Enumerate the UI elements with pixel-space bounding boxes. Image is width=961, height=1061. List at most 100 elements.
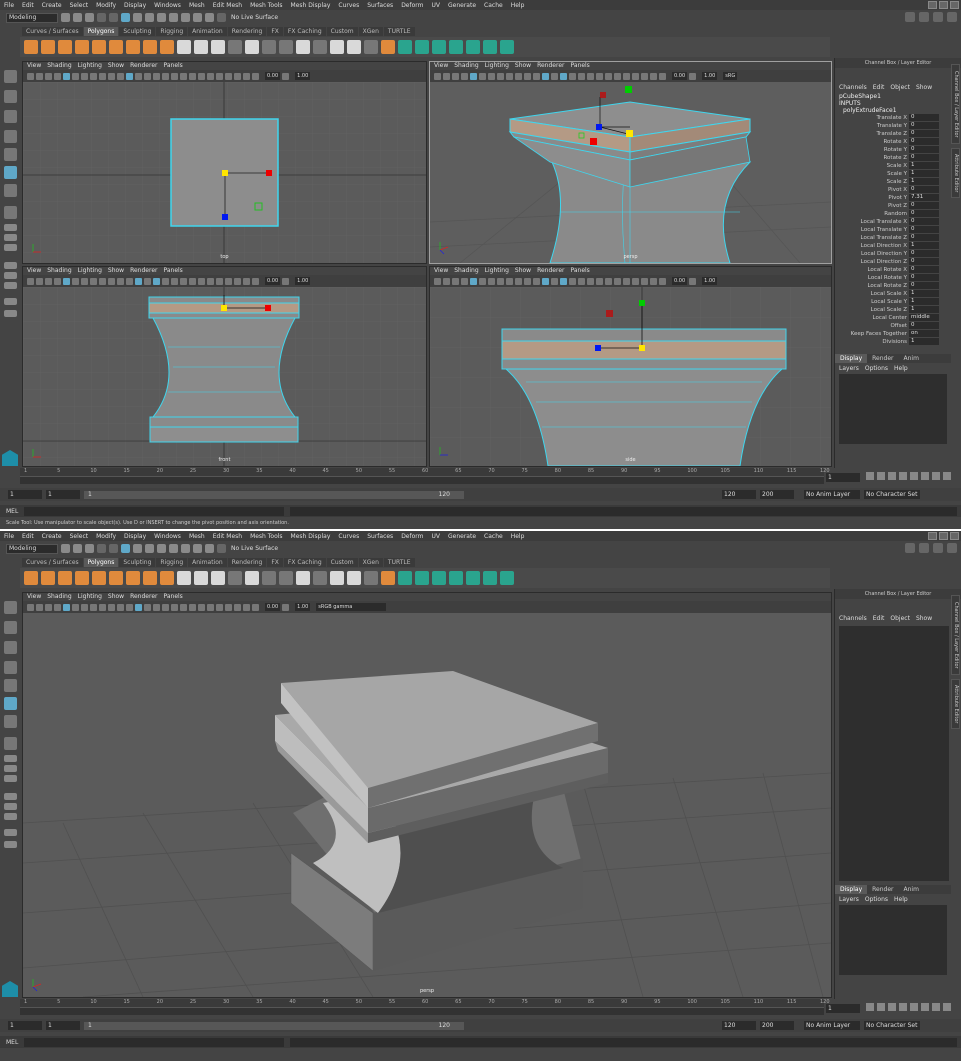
step-forward-icon[interactable]: [921, 1003, 929, 1011]
menu-modify[interactable]: Modify: [92, 533, 120, 540]
save-scene-icon[interactable]: [85, 544, 94, 553]
film-gate-icon[interactable]: [72, 72, 79, 80]
resolution-gate-icon[interactable]: [488, 72, 495, 80]
wireframe-on-shaded-icon[interactable]: [153, 277, 160, 285]
menu-select[interactable]: Select: [66, 533, 93, 540]
safe-action-icon[interactable]: [108, 277, 115, 285]
textured-icon[interactable]: [162, 603, 169, 611]
camera-attr-icon[interactable]: [36, 603, 43, 611]
anim-start-field[interactable]: 1: [46, 1021, 80, 1030]
side-tab-channel-box[interactable]: Channel Box / Layer Editor: [951, 595, 960, 675]
mirror-icon[interactable]: [245, 571, 259, 585]
xray-active-icon[interactable]: [207, 603, 214, 611]
step-forward-key-icon[interactable]: [932, 1003, 940, 1011]
channel-attr-value[interactable]: 0: [909, 226, 939, 233]
viewport-top[interactable]: View Shading Lighting Show Renderer Pane…: [22, 61, 427, 264]
safe-action-icon[interactable]: [515, 72, 522, 80]
aa-icon[interactable]: [632, 277, 639, 285]
single-view-icon[interactable]: [4, 206, 17, 219]
boolean-icon[interactable]: [228, 40, 242, 54]
exposure-field[interactable]: 0.00: [265, 277, 281, 285]
layout-c-icon[interactable]: [4, 813, 17, 820]
attribute-toggle-icon[interactable]: [919, 543, 929, 553]
xray-joints-icon[interactable]: [198, 72, 205, 80]
redo-icon[interactable]: [109, 544, 118, 553]
channel-input-node[interactable]: polyExtrudeFace1: [835, 107, 961, 114]
tab-fx[interactable]: FX: [267, 558, 283, 567]
tab-xgen[interactable]: XGen: [358, 558, 383, 567]
menu-cache[interactable]: Cache: [480, 2, 507, 9]
layout-d-icon[interactable]: [4, 298, 17, 305]
layer-list[interactable]: [839, 905, 947, 975]
layout-b-icon[interactable]: [4, 272, 17, 279]
isolate-icon[interactable]: [650, 72, 657, 80]
persp-outliner-icon[interactable]: [4, 765, 17, 772]
auto-map-icon[interactable]: [449, 40, 463, 54]
channel-row[interactable]: Rotate Y0: [835, 146, 961, 154]
shadows-icon[interactable]: [587, 72, 594, 80]
menu-windows[interactable]: Windows: [150, 533, 185, 540]
channel-row[interactable]: Scale Z1: [835, 178, 961, 186]
vp-menu-shading[interactable]: Shading: [454, 267, 478, 275]
separate-icon[interactable]: [194, 571, 208, 585]
target-weld-icon[interactable]: [347, 571, 361, 585]
snap-point-icon[interactable]: [181, 13, 190, 22]
aa-icon[interactable]: [225, 72, 232, 80]
layer-menu-layers[interactable]: Layers: [839, 896, 859, 903]
camera-icon[interactable]: [27, 277, 34, 285]
channel-attr-value[interactable]: 1: [909, 170, 939, 177]
channel-attr-value[interactable]: 0: [909, 322, 939, 329]
gate-mask-icon[interactable]: [90, 603, 97, 611]
vp-menu-renderer[interactable]: Renderer: [130, 267, 157, 275]
channel-row[interactable]: Local Translate Z0: [835, 234, 961, 242]
step-back-key-icon[interactable]: [877, 1003, 885, 1011]
move-tool-icon[interactable]: [4, 130, 17, 143]
menu-edit-mesh[interactable]: Edit Mesh: [209, 533, 246, 540]
menu-file[interactable]: File: [0, 2, 18, 9]
rotate-tool-icon[interactable]: [4, 148, 17, 161]
checker-icon[interactable]: [500, 571, 514, 585]
resolution-gate-icon[interactable]: [488, 277, 495, 285]
channel-menu-channels[interactable]: Channels: [839, 84, 867, 91]
single-view-icon[interactable]: [4, 737, 17, 750]
xray-joints-icon[interactable]: [198, 277, 205, 285]
image-plane-icon[interactable]: [54, 603, 61, 611]
color-space-dropdown[interactable]: sRGB gamma: [316, 603, 387, 611]
multi-cut-icon[interactable]: [330, 571, 344, 585]
smooth-shade-icon[interactable]: [135, 277, 142, 285]
exposure-icon[interactable]: [659, 72, 666, 80]
separate-icon[interactable]: [194, 40, 208, 54]
tab-rigging[interactable]: Rigging: [156, 27, 188, 36]
safe-action-icon[interactable]: [108, 603, 115, 611]
field-chart-icon[interactable]: [99, 603, 106, 611]
channel-row[interactable]: Scale Y1: [835, 170, 961, 178]
grid-icon[interactable]: [470, 277, 477, 285]
dof-icon[interactable]: [641, 72, 648, 80]
layout-e-icon[interactable]: [4, 841, 17, 848]
exposure-field[interactable]: 0.00: [672, 277, 688, 285]
field-chart-icon[interactable]: [506, 277, 513, 285]
poly-cone-icon[interactable]: [75, 40, 89, 54]
gamma-icon[interactable]: [282, 277, 290, 285]
side-tab-attribute-editor[interactable]: Attribute Editor: [951, 679, 960, 729]
channel-row[interactable]: Pivot X0: [835, 186, 961, 194]
channel-row[interactable]: Keep Faces Together on: [835, 330, 961, 338]
channel-row[interactable]: Local Translate X0: [835, 218, 961, 226]
ao-icon[interactable]: [623, 277, 630, 285]
new-scene-icon[interactable]: [61, 13, 70, 22]
move-tool-icon[interactable]: [4, 661, 17, 674]
bookmark-icon[interactable]: [45, 72, 52, 80]
menu-mesh-tools[interactable]: Mesh Tools: [246, 533, 286, 540]
lights-icon[interactable]: [171, 277, 178, 285]
rotate-tool-icon[interactable]: [4, 679, 17, 692]
resolution-gate-icon[interactable]: [81, 603, 88, 611]
tab-display[interactable]: Display: [835, 354, 868, 363]
platonic-solid-icon[interactable]: [143, 40, 157, 54]
xray-icon[interactable]: [189, 603, 196, 611]
tab-fx[interactable]: FX: [267, 27, 283, 36]
vp-menu-lighting[interactable]: Lighting: [78, 62, 102, 70]
xray-joints-icon[interactable]: [605, 277, 612, 285]
mode-selector[interactable]: Modeling: [6, 543, 58, 554]
grid-icon[interactable]: [63, 277, 70, 285]
side-tab-attribute-editor[interactable]: Attribute Editor: [951, 148, 960, 198]
